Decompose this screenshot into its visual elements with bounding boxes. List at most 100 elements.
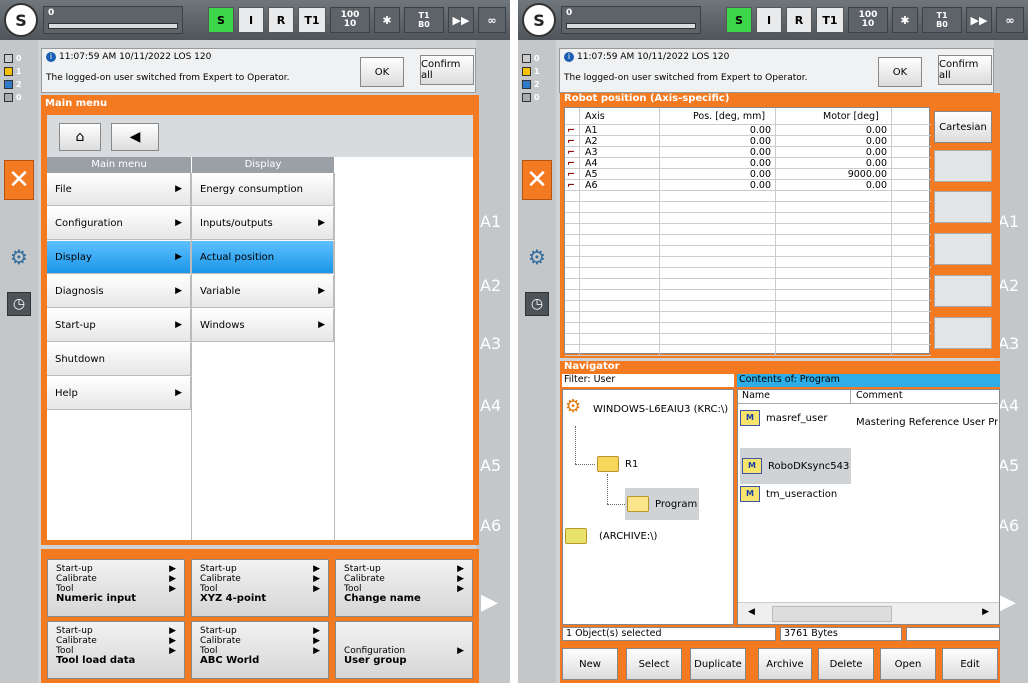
message-text: The logged-on user switched from Expert …: [564, 73, 808, 83]
incremental-icon[interactable]: ▶▶: [448, 7, 474, 33]
mode-button[interactable]: T1: [298, 7, 326, 33]
shortcut-title: Numeric input: [56, 593, 137, 604]
axis-label[interactable]: A2: [480, 276, 501, 295]
submit-interpreter-button[interactable]: S: [726, 7, 752, 33]
axis-label[interactable]: A1: [480, 212, 501, 231]
infinity-button[interactable]: ∞: [996, 7, 1024, 33]
cartesian-button[interactable]: Cartesian: [934, 111, 992, 143]
play-icon[interactable]: ▶: [481, 590, 498, 615]
tree-item-r1[interactable]: R1: [597, 456, 638, 472]
open-button[interactable]: Open: [880, 648, 936, 680]
shortcut-title: ABC World: [200, 655, 260, 666]
drives-button[interactable]: I: [756, 7, 782, 33]
kuka-logo-icon[interactable]: S: [522, 3, 556, 37]
select-button[interactable]: Select: [626, 648, 682, 680]
ok-button[interactable]: OK: [360, 57, 404, 87]
play-icon[interactable]: ▶: [999, 590, 1016, 615]
confirm-all-button[interactable]: Confirm all: [420, 55, 474, 85]
axis-label[interactable]: A1: [998, 212, 1019, 231]
scrollbar-thumb[interactable]: [772, 606, 892, 622]
robot-interpreter-button[interactable]: R: [786, 7, 812, 33]
chevron-right-icon: ▶: [169, 574, 176, 584]
tool-base-button[interactable]: T1 B0: [404, 7, 444, 33]
chevron-right-icon: ▶: [175, 184, 182, 194]
gear-icon[interactable]: ⚙: [525, 245, 549, 269]
gear-icon[interactable]: ⚙: [7, 245, 31, 269]
override-button[interactable]: 100 10: [330, 7, 370, 33]
edit-button[interactable]: Edit: [942, 648, 998, 680]
submenu-item[interactable]: Energy consumption: [192, 173, 334, 206]
mode-button[interactable]: T1: [816, 7, 844, 33]
infinity-button[interactable]: ∞: [478, 7, 506, 33]
scroll-right-icon[interactable]: ▶: [982, 607, 989, 617]
shortcut-path: Start-up ▶: [344, 564, 464, 574]
jog-mode-icon[interactable]: ✱: [374, 7, 400, 33]
submenu-item[interactable]: Actual position: [192, 241, 334, 274]
submenu-item[interactable]: Inputs/outputs ▶: [192, 207, 334, 240]
file-item[interactable]: Mmasref_user: [740, 410, 827, 426]
program-status[interactable]: 0: [561, 6, 701, 34]
submenu-item[interactable]: Windows ▶: [192, 309, 334, 342]
axis-label[interactable]: A4: [998, 396, 1019, 415]
menu-item[interactable]: Help ▶: [47, 377, 191, 410]
motor-value: 0.00: [865, 147, 887, 158]
tree-item-archive[interactable]: (ARCHIVE:\): [565, 528, 657, 544]
program-status[interactable]: 0: [43, 6, 183, 34]
chevron-right-icon: ▶: [169, 564, 176, 574]
menu-item-label: Actual position: [200, 251, 275, 263]
menu-item[interactable]: Shutdown: [47, 343, 191, 376]
tree-item-program[interactable]: Program: [625, 488, 700, 520]
file-item[interactable]: M RoboDKsync543: [740, 448, 852, 484]
menu-item[interactable]: File ▶: [47, 173, 191, 206]
axis-label[interactable]: A5: [998, 456, 1019, 475]
menu-item-label: Shutdown: [55, 353, 105, 365]
jog-mode-icon[interactable]: ✱: [892, 7, 918, 33]
clock-icon[interactable]: ◷: [7, 292, 31, 316]
menu-item[interactable]: Configuration ▶: [47, 207, 191, 240]
tool-base-button[interactable]: T1 B0: [922, 7, 962, 33]
axis-label[interactable]: A2: [998, 276, 1019, 295]
shortcut-button[interactable]: Start-up ▶ Calibrate ▶ Tool ▶ ABC World: [191, 621, 329, 679]
horizontal-scrollbar[interactable]: ◀ ▶: [738, 602, 999, 624]
menu-item[interactable]: Start-up ▶: [47, 309, 191, 342]
menu-item[interactable]: Display ▶: [47, 241, 191, 274]
grid-line: [659, 108, 660, 355]
ok-button[interactable]: OK: [878, 57, 922, 87]
home-icon[interactable]: ⌂: [59, 123, 101, 151]
menu-item[interactable]: Diagnosis ▶: [47, 275, 191, 308]
back-icon[interactable]: ◀: [111, 123, 159, 151]
motor-value: 0.00: [865, 136, 887, 147]
axis-label[interactable]: A6: [998, 516, 1019, 535]
incremental-icon[interactable]: ▶▶: [966, 7, 992, 33]
axis-label[interactable]: A5: [480, 456, 501, 475]
shortcut-button[interactable]: Start-up ▶ Calibrate ▶ Tool ▶ Change name: [335, 559, 473, 617]
override-button[interactable]: 100 10: [848, 7, 888, 33]
close-icon[interactable]: ✕: [4, 160, 34, 200]
confirm-all-button[interactable]: Confirm all: [938, 55, 992, 85]
scroll-left-icon[interactable]: ◀: [748, 607, 755, 617]
kuka-logo-icon[interactable]: S: [4, 3, 38, 37]
shortcut-button[interactable]: Start-up ▶ Calibrate ▶ Tool ▶ Numeric input: [47, 559, 185, 617]
archive-button[interactable]: Archive: [758, 648, 812, 680]
shortcut-button[interactable]: Start-up ▶ Calibrate ▶ Tool ▶ Tool load data: [47, 621, 185, 679]
submenu-item[interactable]: Variable ▶: [192, 275, 334, 308]
clock-icon[interactable]: ◷: [525, 292, 549, 316]
delete-button[interactable]: Delete: [818, 648, 874, 680]
left-screen: S 0 S I R T1 100 10 ✱ T1 B0 ▶▶ ∞ 0 1 2 0 ✕…: [0, 0, 510, 683]
axis-label[interactable]: A4: [480, 396, 501, 415]
shortcut-button[interactable]: Configuration ▶ User group: [335, 621, 473, 679]
shortcut-button[interactable]: Start-up ▶ Calibrate ▶ Tool ▶ XYZ 4-point: [191, 559, 329, 617]
robot-interpreter-button[interactable]: R: [268, 7, 294, 33]
drives-button[interactable]: I: [238, 7, 264, 33]
new-button[interactable]: New: [562, 648, 618, 680]
axis-icon: ⌐: [567, 136, 575, 147]
tree-root[interactable]: ⚙ WINDOWS-L6EAIU3 (KRC:\): [565, 396, 728, 422]
axis-label[interactable]: A6: [480, 516, 501, 535]
file-name: masref_user: [766, 412, 828, 424]
close-icon[interactable]: ✕: [522, 160, 552, 200]
submit-interpreter-button[interactable]: S: [208, 7, 234, 33]
axis-label[interactable]: A3: [998, 334, 1019, 353]
duplicate-button[interactable]: Duplicate: [690, 648, 746, 680]
file-item[interactable]: Mtm_useraction: [740, 486, 837, 502]
axis-label[interactable]: A3: [480, 334, 501, 353]
